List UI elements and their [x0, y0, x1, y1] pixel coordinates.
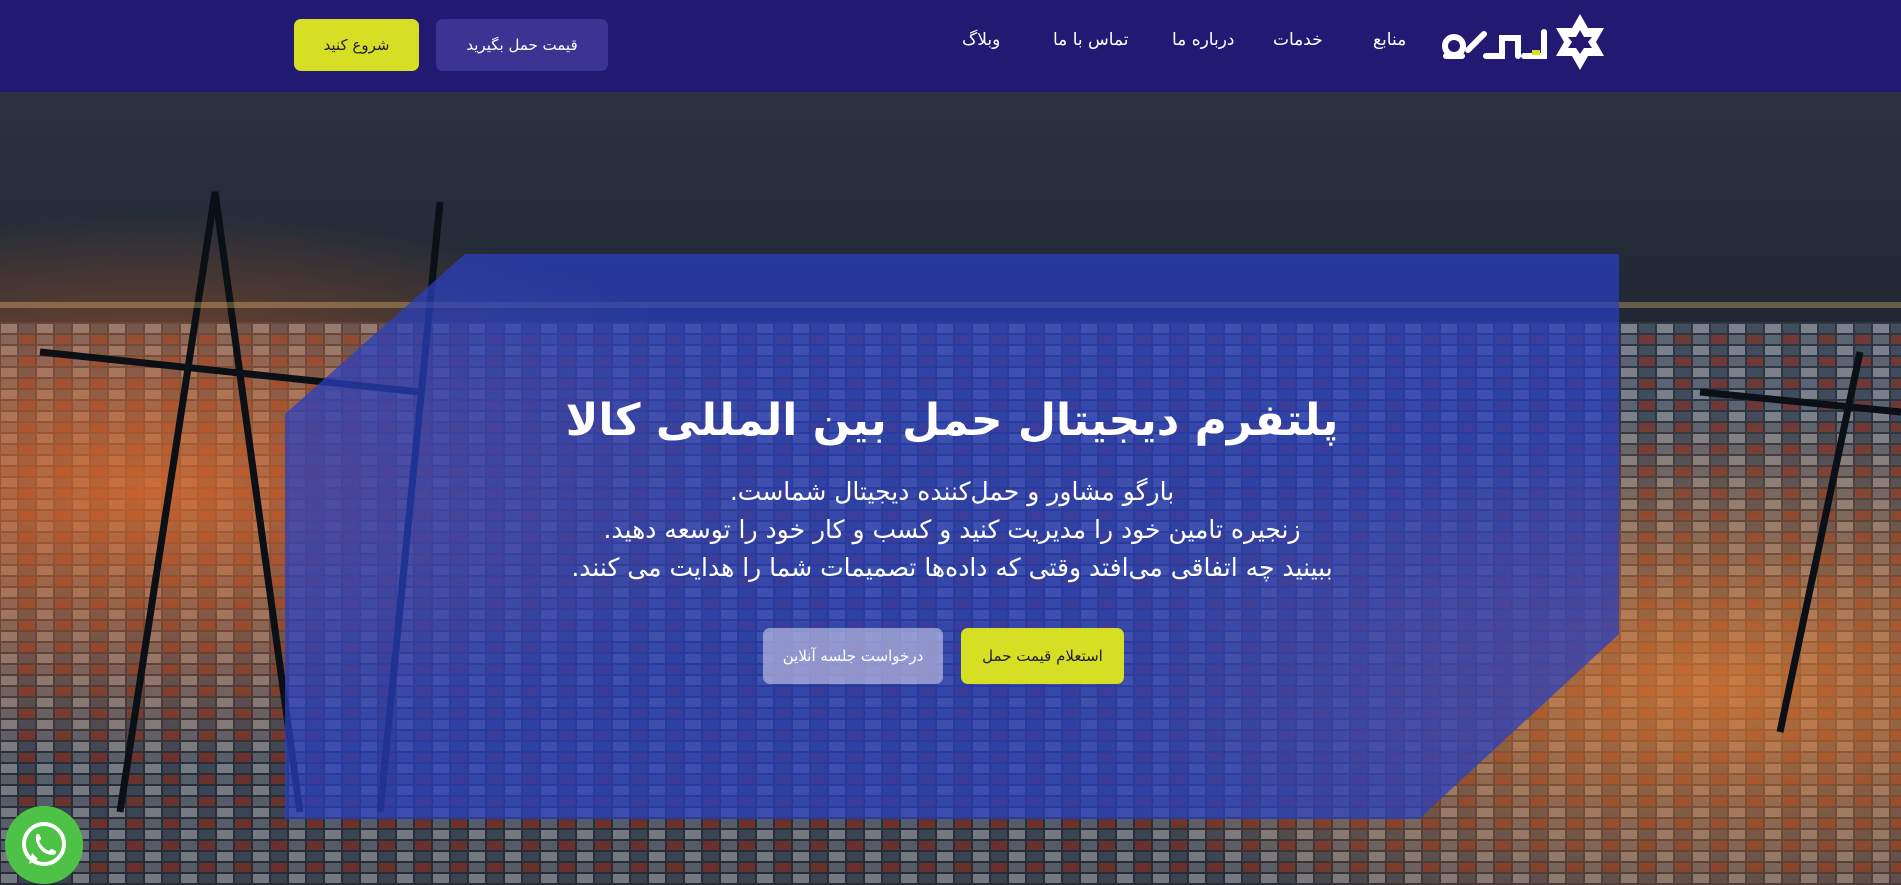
inquire-shipping-price-button[interactable]: استعلام قیمت حمل [961, 628, 1124, 684]
hero-line-2: زنجیره تامین خود را مدیریت کنید و کسب و … [603, 515, 1301, 544]
request-online-session-button[interactable]: درخواست جلسه آنلاین [763, 628, 943, 684]
whatsapp-icon [5, 806, 83, 884]
nav-resources[interactable]: منابع [1373, 30, 1406, 50]
site-header: منابع خدمات درباره ما تماس با ما وبلاگ ق… [0, 0, 1901, 92]
logo[interactable] [1440, 10, 1610, 74]
get-quote-button[interactable]: قیمت حمل بگیرید [436, 19, 608, 71]
hero-line-3: ببینید چه اتفاقی می‌افتد وقتی که داده‌ها… [571, 553, 1333, 582]
nav-about[interactable]: درباره ما [1172, 30, 1235, 50]
whatsapp-button[interactable] [5, 806, 83, 884]
nav-blog[interactable]: وبلاگ [962, 30, 1000, 50]
nav-contact[interactable]: تماس با ما [1053, 30, 1129, 50]
nav-services[interactable]: خدمات [1273, 30, 1323, 50]
hero-line-1: بارگو مشاور و حمل‌کننده دیجیتال شماست. [729, 477, 1175, 506]
get-started-button[interactable]: شروع کنید [294, 19, 419, 71]
hero-title: پلتفرم دیجیتال حمل بین المللی کالا [565, 395, 1340, 446]
